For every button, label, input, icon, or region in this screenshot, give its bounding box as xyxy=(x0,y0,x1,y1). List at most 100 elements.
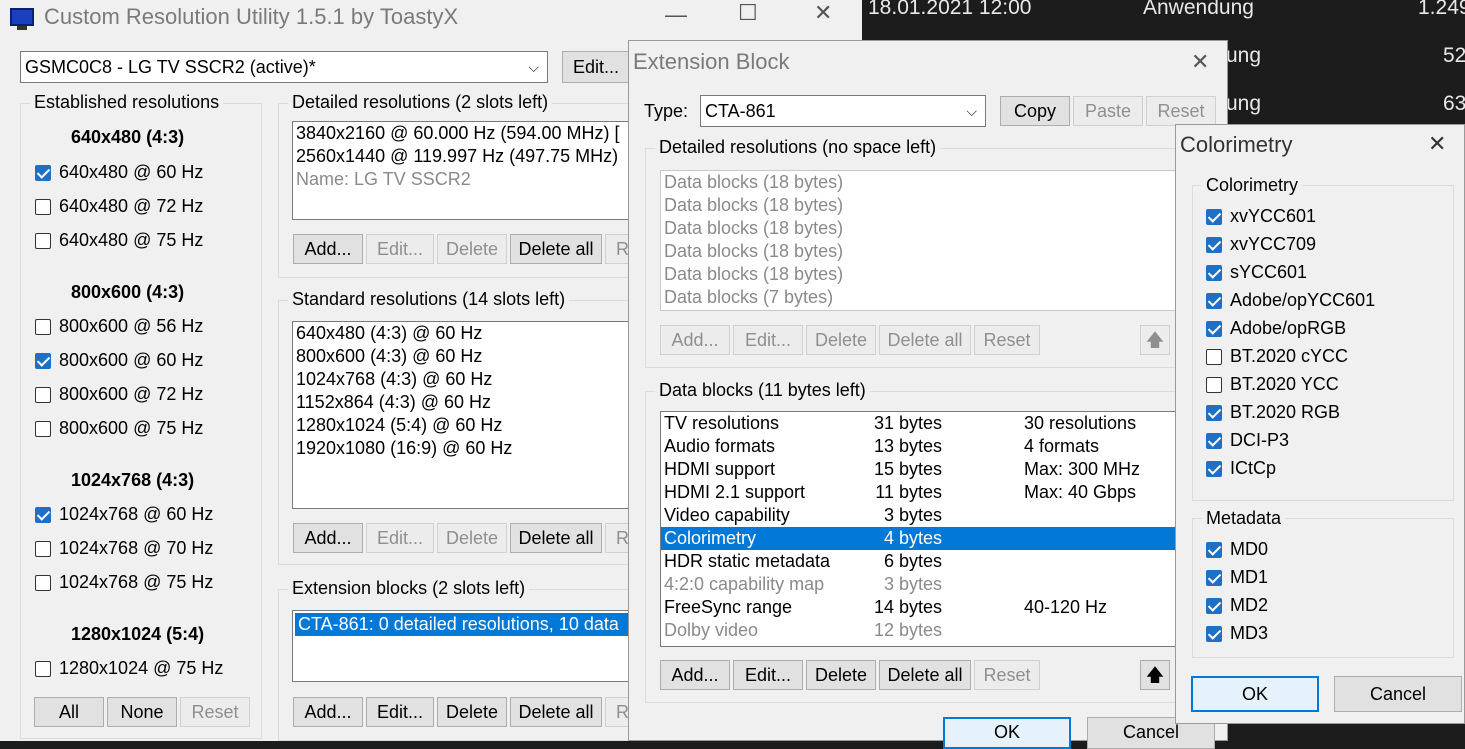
data-edit-button[interactable]: Edit... xyxy=(733,660,803,690)
checkbox[interactable] xyxy=(1206,348,1222,365)
detailed-delete-all-button[interactable]: Delete all xyxy=(510,234,602,264)
checkbox[interactable] xyxy=(35,318,51,335)
checkbox-row[interactable]: MD0 xyxy=(1206,539,1268,560)
chk-1280-75[interactable]: 1280x1024 @ 75 Hz xyxy=(35,658,223,679)
detailed-edit-button[interactable]: Edit... xyxy=(366,234,434,264)
close-button[interactable]: ✕ xyxy=(814,0,832,26)
checkbox[interactable] xyxy=(35,574,51,591)
checkbox-row[interactable]: MD3 xyxy=(1206,623,1268,644)
maximize-button[interactable]: ☐ xyxy=(738,0,758,26)
checkbox[interactable] xyxy=(35,164,51,181)
table-row[interactable]: HDMI 2.1 support 11 bytes Max: 40 Gbps xyxy=(661,481,1228,504)
checkbox-row[interactable]: Adobe/opRGB xyxy=(1206,318,1346,339)
checkbox-row[interactable]: Adobe/opYCC601 xyxy=(1206,290,1375,311)
table-row[interactable]: 4:2:0 capability map 3 bytes xyxy=(661,573,1228,596)
chk-800-75[interactable]: 800x600 @ 75 Hz xyxy=(35,418,203,439)
data-reset-button[interactable]: Reset xyxy=(974,660,1040,690)
data-delete-all-button[interactable]: Delete all xyxy=(879,660,971,690)
list-item[interactable]: Data blocks (18 bytes) xyxy=(661,171,1228,194)
list-item[interactable]: Data blocks (18 bytes) xyxy=(661,263,1228,286)
move-up-icon[interactable]: 🡅 xyxy=(1140,660,1170,690)
checkbox[interactable] xyxy=(1206,292,1222,309)
standard-delete-all-button[interactable]: Delete all xyxy=(510,523,602,553)
standard-edit-button[interactable]: Edit... xyxy=(366,523,434,553)
monitor-edit-button[interactable]: Edit... xyxy=(562,51,630,83)
data-add-button[interactable]: Add... xyxy=(660,660,730,690)
table-row[interactable]: TV resolutions 31 bytes 30 resolutions xyxy=(661,412,1228,435)
reset-button[interactable]: Reset xyxy=(180,697,250,727)
checkbox[interactable] xyxy=(1206,404,1222,421)
chk-640-72[interactable]: 640x480 @ 72 Hz xyxy=(35,196,203,217)
type-select[interactable]: CTA-861 ⌵ xyxy=(700,95,986,127)
list-item[interactable]: Data blocks (18 bytes) xyxy=(661,217,1228,240)
extension-edit-button[interactable]: Edit... xyxy=(366,697,434,727)
checkbox-row[interactable]: ICtCp xyxy=(1206,458,1276,479)
checkbox-row[interactable]: xvYCC709 xyxy=(1206,234,1316,255)
copy-button[interactable]: Copy xyxy=(1000,96,1070,126)
chk-640-60[interactable]: 640x480 @ 60 Hz xyxy=(35,162,203,183)
chk-800-56[interactable]: 800x600 @ 56 Hz xyxy=(35,316,203,337)
close-icon[interactable]: ✕ xyxy=(1191,49,1209,75)
checkbox[interactable] xyxy=(35,660,51,677)
checkbox-row[interactable]: xvYCC601 xyxy=(1206,206,1316,227)
checkbox[interactable] xyxy=(35,420,51,437)
checkbox-row[interactable]: MD1 xyxy=(1206,567,1268,588)
detailed-list[interactable]: Data blocks (18 bytes) Data blocks (18 b… xyxy=(660,170,1229,311)
standard-add-button[interactable]: Add... xyxy=(293,523,363,553)
table-row[interactable]: HDMI support 15 bytes Max: 300 MHz xyxy=(661,458,1228,481)
detailed-delete-button[interactable]: Delete xyxy=(437,234,507,264)
checkbox[interactable] xyxy=(1206,236,1222,253)
table-row[interactable]: Audio formats 13 bytes 4 formats xyxy=(661,435,1228,458)
checkbox[interactable] xyxy=(35,232,51,249)
ok-button[interactable]: OK xyxy=(1191,676,1319,712)
checkbox[interactable] xyxy=(1206,264,1222,281)
extension-delete-all-button[interactable]: Delete all xyxy=(510,697,602,727)
table-row[interactable]: Colorimetry 4 bytes xyxy=(661,527,1228,550)
checkbox-row[interactable]: sYCC601 xyxy=(1206,262,1307,283)
checkbox[interactable] xyxy=(1206,541,1222,558)
chk-640-75[interactable]: 640x480 @ 75 Hz xyxy=(35,230,203,251)
standard-delete-button[interactable]: Delete xyxy=(437,523,507,553)
table-row[interactable]: HDR static metadata 6 bytes xyxy=(661,550,1228,573)
detailed-reset-button[interactable]: Reset xyxy=(974,325,1040,355)
detailed-delete-all-button[interactable]: Delete all xyxy=(879,325,971,355)
extension-add-button[interactable]: Add... xyxy=(293,697,363,727)
detailed-edit-button[interactable]: Edit... xyxy=(733,325,803,355)
cancel-button[interactable]: Cancel xyxy=(1334,676,1462,712)
checkbox[interactable] xyxy=(35,198,51,215)
checkbox[interactable] xyxy=(1206,569,1222,586)
checkbox[interactable] xyxy=(1206,208,1222,225)
checkbox[interactable] xyxy=(1206,597,1222,614)
checkbox-row[interactable]: BT.2020 YCC xyxy=(1206,374,1339,395)
detailed-add-button[interactable]: Add... xyxy=(660,325,730,355)
none-button[interactable]: None xyxy=(107,697,177,727)
checkbox[interactable] xyxy=(35,386,51,403)
paste-button[interactable]: Paste xyxy=(1073,96,1143,126)
list-item[interactable]: Data blocks (7 bytes) xyxy=(661,286,1228,309)
checkbox[interactable] xyxy=(1206,320,1222,337)
checkbox-row[interactable]: MD2 xyxy=(1206,595,1268,616)
table-row[interactable]: Dolby video 12 bytes xyxy=(661,619,1228,642)
checkbox[interactable] xyxy=(1206,376,1222,393)
table-row[interactable]: FreeSync range 14 bytes 40-120 Hz xyxy=(661,596,1228,619)
chk-1024-70[interactable]: 1024x768 @ 70 Hz xyxy=(35,538,213,559)
minimize-button[interactable]: — xyxy=(665,2,687,28)
chk-800-72[interactable]: 800x600 @ 72 Hz xyxy=(35,384,203,405)
checkbox[interactable] xyxy=(35,540,51,557)
close-icon[interactable]: ✕ xyxy=(1428,131,1446,157)
all-button[interactable]: All xyxy=(34,697,104,727)
data-blocks-list[interactable]: TV resolutions 31 bytes 30 resolutions Audi… xyxy=(660,411,1229,647)
ok-button[interactable]: OK xyxy=(943,717,1071,749)
checkbox-row[interactable]: BT.2020 RGB xyxy=(1206,402,1340,423)
checkbox[interactable] xyxy=(35,506,51,523)
table-row[interactable]: Video capability 3 bytes xyxy=(661,504,1228,527)
chk-1024-60[interactable]: 1024x768 @ 60 Hz xyxy=(35,504,213,525)
extension-delete-button[interactable]: Delete xyxy=(437,697,507,727)
checkbox-row[interactable]: BT.2020 cYCC xyxy=(1206,346,1348,367)
move-up-icon[interactable]: 🡅 xyxy=(1140,325,1170,355)
checkbox[interactable] xyxy=(1206,460,1222,477)
detailed-add-button[interactable]: Add... xyxy=(293,234,363,264)
data-delete-button[interactable]: Delete xyxy=(806,660,876,690)
chk-1024-75[interactable]: 1024x768 @ 75 Hz xyxy=(35,572,213,593)
checkbox[interactable] xyxy=(1206,432,1222,449)
